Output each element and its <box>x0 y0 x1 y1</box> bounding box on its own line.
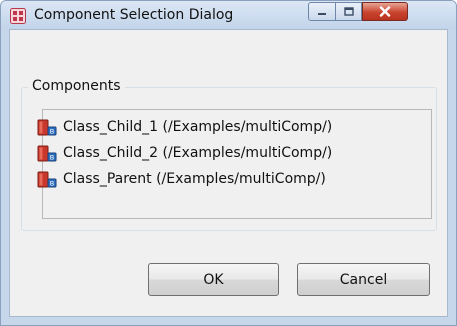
list-item[interactable]: B Class_Child_2 (/Examples/multiComp/) <box>37 142 332 164</box>
class-component-icon: B <box>37 171 57 188</box>
maximize-icon <box>343 7 354 16</box>
list-item[interactable]: B Class_Child_1 (/Examples/multiComp/) <box>37 116 332 138</box>
list-item-label: Class_Child_2 (/Examples/multiComp/) <box>63 145 333 161</box>
minimize-button[interactable] <box>308 2 336 21</box>
svg-text:B: B <box>50 154 54 162</box>
class-component-icon: B <box>37 119 57 136</box>
minimize-icon <box>318 12 326 15</box>
list-item[interactable]: B Class_Parent (/Examples/multiComp/) <box>37 168 326 190</box>
list-item-label: Class_Parent (/Examples/multiComp/) <box>63 171 326 187</box>
component-dialog-icon <box>10 8 26 24</box>
close-icon <box>379 6 391 17</box>
components-group-label: Components <box>28 78 125 94</box>
window-title: Component Selection Dialog <box>34 7 234 23</box>
title-bar[interactable]: Component Selection Dialog <box>1 1 456 29</box>
class-component-icon: B <box>37 145 57 162</box>
svg-text:B: B <box>50 180 54 188</box>
cancel-button[interactable]: Cancel <box>297 263 430 296</box>
close-button[interactable] <box>362 2 408 21</box>
maximize-button[interactable] <box>335 2 362 21</box>
list-item-label: Class_Child_1 (/Examples/multiComp/) <box>63 119 333 135</box>
svg-text:B: B <box>50 128 54 136</box>
ok-button[interactable]: OK <box>148 263 279 296</box>
